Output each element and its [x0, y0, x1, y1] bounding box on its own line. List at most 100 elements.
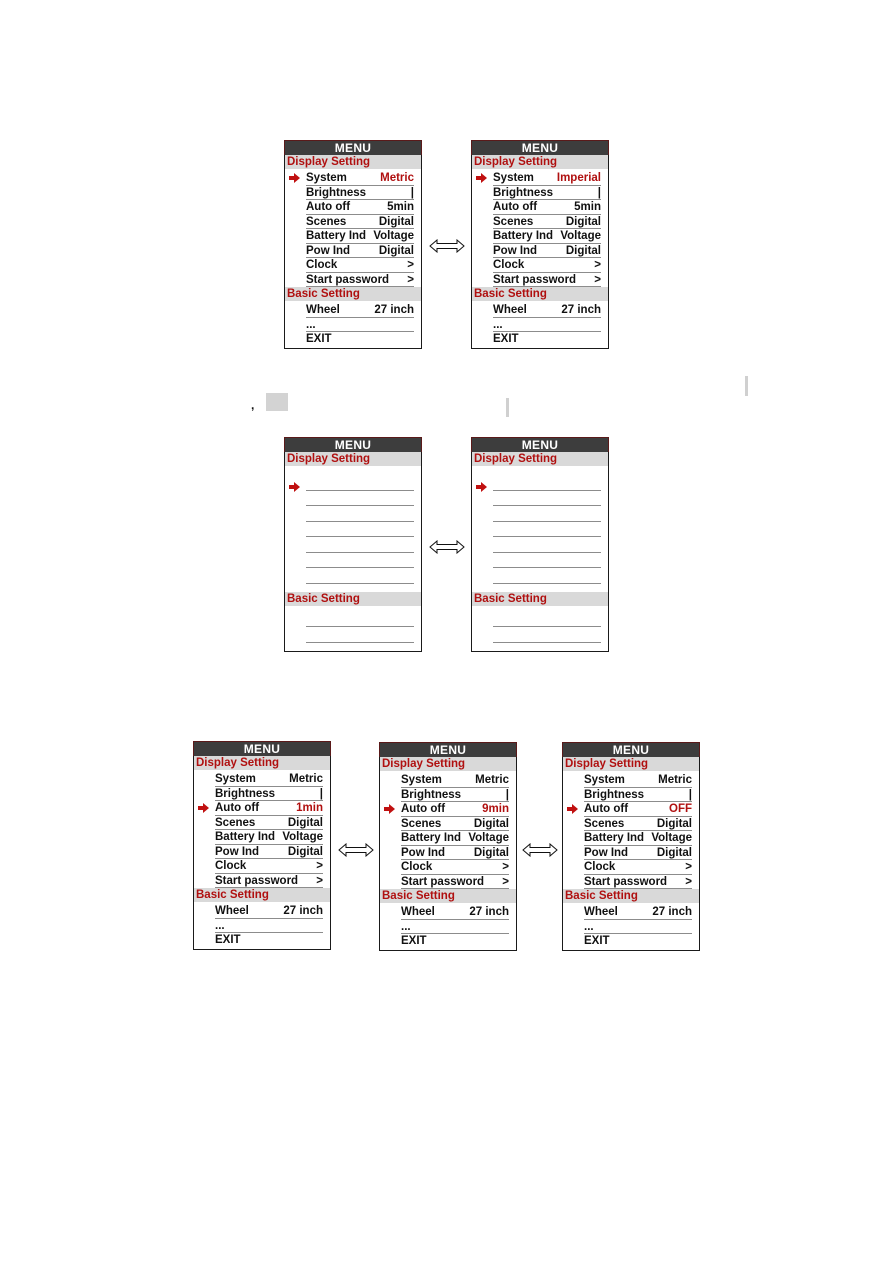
menu-item[interactable]: Wheel 27 inch — [401, 905, 509, 920]
menu-item[interactable] — [493, 522, 601, 537]
menu-item[interactable] — [493, 612, 601, 627]
menu-item[interactable]: Clock > — [493, 258, 601, 273]
menu-item-label: ... — [306, 318, 316, 331]
menu-item[interactable]: Battery Ind Voltage — [306, 229, 414, 244]
double-arrow-icon — [522, 842, 558, 858]
menu-item[interactable]: Scenes Digital — [584, 817, 692, 831]
menu-item[interactable] — [306, 612, 414, 627]
menu-item[interactable]: System Metric — [584, 773, 692, 788]
menu-item-label: Pow Ind — [306, 244, 351, 257]
menu-item-label: EXIT — [215, 934, 241, 946]
menu-item[interactable]: Start password > — [584, 875, 692, 889]
menu-item[interactable]: Clock > — [215, 859, 323, 874]
menu-item[interactable] — [306, 491, 414, 506]
menu-item-value: 27 inch — [652, 906, 692, 918]
menu-item[interactable]: Scenes Digital — [401, 817, 509, 831]
menu-item[interactable]: Brightness | — [493, 186, 601, 200]
menu-item[interactable]: Wheel 27 inch — [306, 303, 414, 318]
menu-item-value: Metric — [658, 774, 692, 786]
menu-item[interactable] — [306, 553, 414, 568]
menu-item-label: Wheel — [401, 906, 435, 918]
menu-item[interactable] — [306, 522, 414, 537]
menu-item-value: Digital — [656, 846, 692, 859]
menu-item[interactable]: Clock > — [306, 258, 414, 273]
menu-item[interactable] — [306, 627, 414, 643]
menu-item[interactable] — [493, 491, 601, 506]
menu-item[interactable]: Clock > — [584, 860, 692, 875]
section-display-setting: Display Setting — [563, 757, 699, 771]
menu-item[interactable]: Wheel 27 inch — [584, 905, 692, 920]
menu-item[interactable]: Brightness | — [306, 186, 414, 200]
menu-item[interactable]: Auto off 5min — [493, 200, 601, 215]
menu-item[interactable]: Start password > — [401, 875, 509, 889]
menu-item[interactable] — [306, 506, 414, 522]
menu-item[interactable] — [493, 506, 601, 522]
right-arrow-icon — [476, 173, 487, 183]
menu-item[interactable]: Auto off OFF — [567, 802, 692, 817]
section-basic-setting: Basic Setting — [380, 889, 516, 903]
menu-item-label: Battery Ind — [215, 831, 276, 843]
menu-item[interactable]: System Metric — [401, 773, 509, 788]
menu-title: MENU — [471, 437, 609, 452]
display-settings-list: System Metric Brightness | Auto off 5min Scene… — [285, 169, 421, 287]
menu-item-label: System — [306, 172, 347, 184]
menu-item-label: ... — [584, 920, 594, 933]
menu-item[interactable]: EXIT — [584, 934, 692, 949]
menu-item[interactable]: Scenes Digital — [215, 816, 323, 830]
menu-item[interactable]: Clock > — [401, 860, 509, 875]
menu-item-label: EXIT — [306, 333, 332, 345]
menu-item[interactable]: Battery Ind Voltage — [401, 831, 509, 846]
menu-item-value: Voltage — [373, 230, 414, 242]
menu-item[interactable]: Wheel 27 inch — [215, 904, 323, 919]
menu-item[interactable]: Pow Ind Digital — [493, 244, 601, 258]
menu-item[interactable]: System Metric — [289, 171, 414, 186]
menu-item[interactable]: Pow Ind Digital — [215, 845, 323, 859]
menu-item[interactable]: Scenes Digital — [306, 215, 414, 229]
menu-item-label: Brightness — [306, 186, 367, 199]
menu-item[interactable]: System Metric — [215, 772, 323, 787]
menu-item-label: EXIT — [584, 935, 610, 947]
basic-settings-list: Wheel 27 inch... EXIT — [285, 301, 421, 348]
menu-item[interactable]: Auto off 9min — [384, 802, 509, 817]
menu-item[interactable]: Start password > — [306, 273, 414, 287]
menu-item-label: Brightness — [401, 788, 462, 801]
menu-item[interactable] — [493, 537, 601, 553]
menu-item[interactable]: Start password > — [215, 874, 323, 888]
menu-item[interactable]: System Imperial — [476, 171, 601, 186]
section-display-setting: Display Setting — [285, 155, 421, 169]
menu-item[interactable]: Brightness | — [584, 788, 692, 802]
menu-item-label: Start password — [306, 273, 390, 286]
menu-item[interactable]: EXIT — [306, 332, 414, 347]
menu-item[interactable] — [289, 475, 414, 492]
menu-item[interactable]: Pow Ind Digital — [401, 846, 509, 860]
menu-item-value: > — [316, 860, 323, 872]
menu-item[interactable]: Pow Ind Digital — [584, 846, 692, 860]
menu-item[interactable]: Brightness | — [215, 787, 323, 801]
menu-item[interactable] — [306, 537, 414, 553]
menu-item[interactable] — [493, 627, 601, 643]
menu-item[interactable]: Battery Ind Voltage — [215, 830, 323, 845]
menu-item[interactable] — [493, 553, 601, 568]
menu-item[interactable]: Battery Ind Voltage — [493, 229, 601, 244]
menu-item[interactable] — [306, 568, 414, 584]
menu-item[interactable]: EXIT — [401, 934, 509, 949]
menu-item[interactable]: EXIT — [215, 933, 323, 948]
menu-item[interactable]: Auto off 5min — [306, 200, 414, 215]
menu-item[interactable]: EXIT — [493, 332, 601, 347]
menu-item[interactable]: Scenes Digital — [493, 215, 601, 229]
menu-item[interactable]: Pow Ind Digital — [306, 244, 414, 258]
menu-item[interactable]: ... — [584, 920, 692, 934]
menu-item[interactable]: ... — [215, 919, 323, 933]
menu-item[interactable]: Start password > — [493, 273, 601, 287]
menu-item[interactable]: Battery Ind Voltage — [584, 831, 692, 846]
menu-item-label: Pow Ind — [584, 846, 629, 859]
menu-item[interactable] — [476, 475, 601, 492]
menu-item[interactable]: Brightness | — [401, 788, 509, 802]
menu-item[interactable]: Auto off 1min — [198, 801, 323, 816]
menu-item[interactable]: ... — [493, 318, 601, 332]
menu-item[interactable]: Wheel 27 inch — [493, 303, 601, 318]
menu-item[interactable]: ... — [401, 920, 509, 934]
menu-item-value: Digital — [287, 845, 323, 858]
menu-item[interactable]: ... — [306, 318, 414, 332]
menu-item[interactable] — [493, 568, 601, 584]
